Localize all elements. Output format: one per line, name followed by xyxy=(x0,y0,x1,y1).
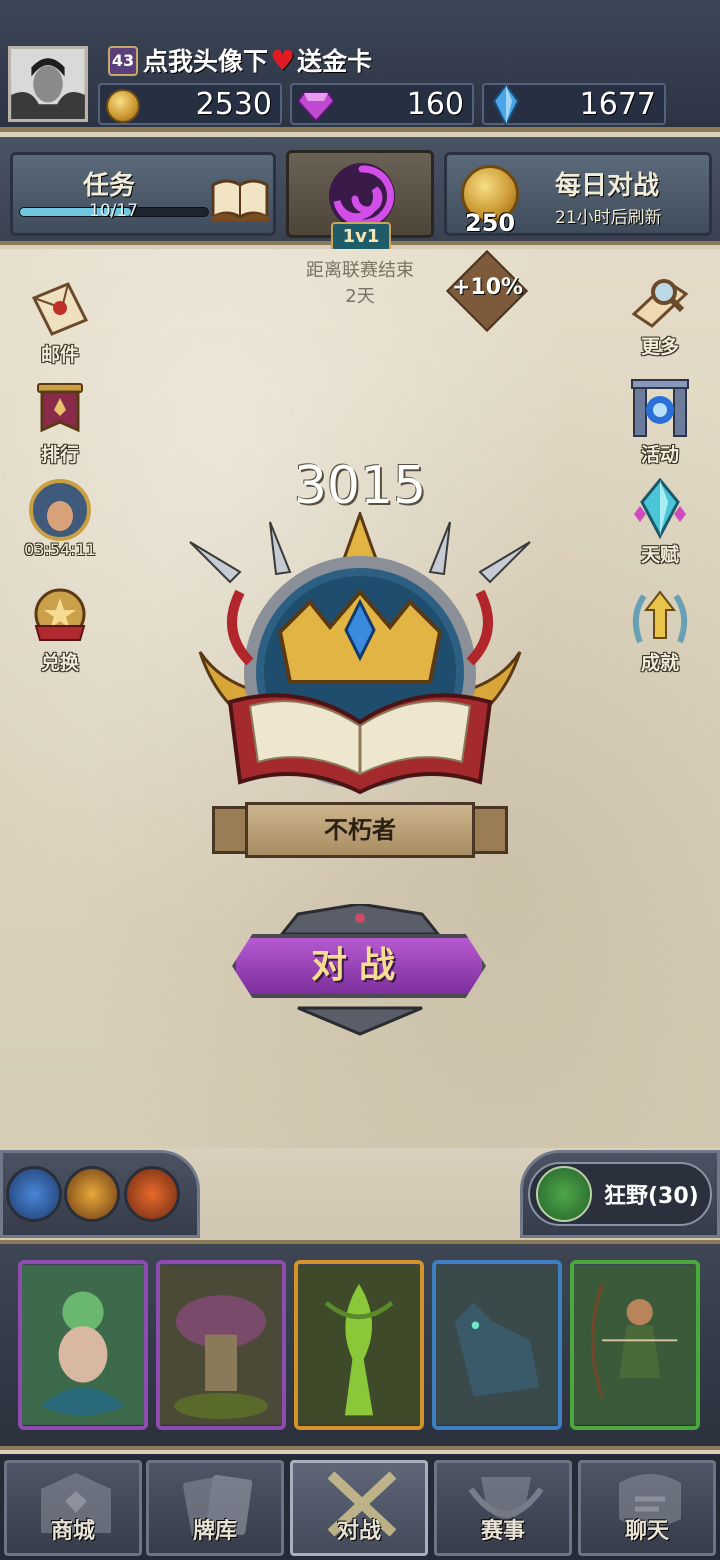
gold-counter[interactable]: 2530 xyxy=(98,83,282,125)
ranking-banner-icon xyxy=(37,383,83,433)
blue-crystal-icon xyxy=(492,85,520,125)
water-faction-icon[interactable] xyxy=(6,1166,62,1222)
wild-faction-label: 狂野(30) xyxy=(604,1184,699,1209)
nav-tournament-label: 赛事 xyxy=(480,1519,525,1544)
task-progress-text: 10/17 xyxy=(89,201,138,221)
mail-label: 邮件 xyxy=(40,344,79,366)
crystal-counter[interactable]: 1677 xyxy=(482,83,666,125)
laurel-arrow-icon xyxy=(632,590,688,644)
nav-chat[interactable]: 聊天 xyxy=(578,1460,716,1556)
mushroom-card[interactable] xyxy=(156,1260,286,1430)
daily-reward-value: 250 xyxy=(465,209,516,237)
battle-button[interactable]: 对战 xyxy=(232,934,486,998)
talent-button[interactable]: 天赋 xyxy=(618,477,702,567)
gem-counter[interactable]: 160 xyxy=(290,83,474,125)
heart-icon: ♥ xyxy=(270,44,296,77)
daily-battle-title: 每日对战 xyxy=(555,171,660,201)
book-icon xyxy=(211,179,269,221)
more-button[interactable]: 更多 xyxy=(618,270,702,359)
promo-text-part2: 送金卡 xyxy=(297,47,373,76)
nav-deck[interactable]: 牌库 xyxy=(146,1460,284,1556)
crystal-value: 1677 xyxy=(579,87,656,122)
events-button[interactable]: 活动 xyxy=(618,378,702,467)
daily-battle-panel[interactable]: 250 每日对战 21小时后刷新 xyxy=(444,152,712,237)
hero-offer-timer: 03:54:11 xyxy=(24,540,96,559)
wolf-card-art xyxy=(436,1265,558,1425)
daily-refresh-text: 21小时后刷新 xyxy=(555,208,662,228)
portal-icon xyxy=(631,379,689,437)
player-level-badge: 43 xyxy=(108,46,138,76)
league-end-label: 距离联赛结束 xyxy=(306,260,414,281)
ranking-button[interactable]: 排行 xyxy=(18,378,102,467)
exchange-label: 兑换 xyxy=(40,652,79,674)
nav-shop-label: 商城 xyxy=(50,1519,95,1544)
nav-chat-label: 聊天 xyxy=(624,1519,669,1544)
rank-title-banner: 不朽者 xyxy=(245,802,475,858)
ranking-label: 排行 xyxy=(40,444,79,466)
more-label: 更多 xyxy=(640,336,679,358)
hero-portrait-icon xyxy=(29,479,91,541)
mail-icon xyxy=(31,282,89,336)
league-end-timer: 距离联赛结束 2天 xyxy=(260,258,460,310)
bonus-text[interactable]: +10% xyxy=(452,275,523,300)
exchange-medal-icon xyxy=(34,588,86,641)
rank-emblem-icon xyxy=(189,512,531,795)
lotus-faction-icon[interactable] xyxy=(64,1166,120,1222)
nav-deck-label: 牌库 xyxy=(192,1519,237,1544)
task-title: 任务 xyxy=(83,171,136,201)
mode-badge: 1v1 xyxy=(331,222,391,252)
fire-faction-icon[interactable] xyxy=(124,1166,180,1222)
naga-card[interactable] xyxy=(18,1260,148,1430)
purple-gem-icon xyxy=(298,92,334,121)
talent-label: 天赋 xyxy=(640,544,679,566)
gem-value: 160 xyxy=(406,87,464,122)
task-panel[interactable]: 任务 10/17 xyxy=(10,152,276,236)
dryad-card[interactable] xyxy=(294,1260,424,1430)
wild-faction-button[interactable]: 狂野(30) xyxy=(528,1162,712,1226)
mail-button[interactable]: 邮件 xyxy=(18,278,102,367)
nav-shop[interactable]: 商城 xyxy=(4,1460,142,1556)
leaf-icon xyxy=(536,1166,592,1222)
promo-text-part1: 点我头像下 xyxy=(143,47,269,76)
hero-offer-button[interactable]: 03:54:11 xyxy=(18,478,102,559)
crystal-icon xyxy=(634,477,686,540)
wolf-card[interactable] xyxy=(432,1260,562,1430)
archer-card[interactable] xyxy=(570,1260,700,1430)
mushroom-card-art xyxy=(160,1265,282,1425)
gold-value: 2530 xyxy=(195,87,272,122)
avatar-portrait-icon xyxy=(11,49,85,119)
nav-tournament[interactable]: 赛事 xyxy=(434,1460,572,1556)
achievements-button[interactable]: 成就 xyxy=(618,586,702,675)
nav-battle[interactable]: 对战 xyxy=(290,1460,428,1556)
nav-battle-label: 对战 xyxy=(336,1519,381,1544)
dryad-card-art xyxy=(298,1265,420,1425)
achievements-label: 成就 xyxy=(640,652,679,674)
player-avatar[interactable] xyxy=(8,46,88,122)
archer-card-art xyxy=(574,1265,696,1425)
league-end-value: 2天 xyxy=(345,286,375,307)
naga-card-art xyxy=(22,1265,144,1425)
avatar-promo-text[interactable]: 点我头像下♥送金卡 xyxy=(143,42,372,78)
magnifier-scroll-icon xyxy=(631,279,689,328)
rank-score: 3015 xyxy=(293,456,427,516)
events-label: 活动 xyxy=(640,444,679,466)
exchange-button[interactable]: 兑换 xyxy=(18,586,102,675)
gold-coin-icon xyxy=(106,89,140,123)
